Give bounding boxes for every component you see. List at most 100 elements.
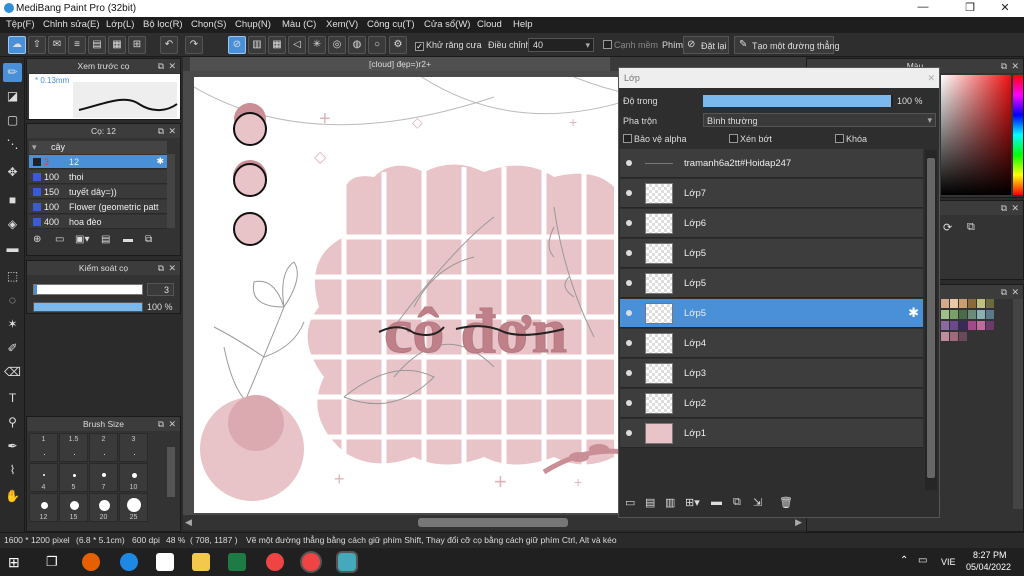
- visibility-toggle-icon[interactable]: [626, 430, 632, 436]
- close-icon[interactable]: ✕: [168, 124, 176, 138]
- pipette-tool-icon[interactable]: ⌇: [3, 461, 22, 480]
- tile-icon[interactable]: ⊞: [128, 36, 146, 54]
- clock-time[interactable]: 8:27 PM: [973, 550, 1007, 560]
- brush-item[interactable]: 3 12 ✱: [29, 155, 167, 169]
- brush-group[interactable]: ▾ cây: [29, 141, 167, 154]
- blend-select[interactable]: Bình thường ▾: [703, 113, 936, 127]
- visibility-toggle-icon[interactable]: [626, 190, 632, 196]
- add-layer-menu-icon[interactable]: ⊞▾: [685, 496, 700, 509]
- hand-tool-icon[interactable]: ✋: [3, 487, 22, 506]
- layer-row[interactable]: Lớp5: [620, 239, 923, 268]
- clock-date[interactable]: 05/04/2022: [966, 562, 1011, 572]
- comment-icon[interactable]: ✉: [48, 36, 66, 54]
- doc-icon[interactable]: ▤: [88, 36, 106, 54]
- brush-item[interactable]: 150 tuyết dây=)): [29, 185, 167, 199]
- trash-icon[interactable]: 🗑: [779, 496, 793, 509]
- upload-icon[interactable]: ⇧: [28, 36, 46, 54]
- undock-icon[interactable]: ⧉: [158, 261, 164, 275]
- visibility-toggle-icon[interactable]: [626, 400, 632, 406]
- brush-size-cell[interactable]: 5: [59, 463, 88, 492]
- brush-size-cell[interactable]: 15: [59, 493, 88, 522]
- tray-chevron-icon[interactable]: ⌃: [900, 555, 908, 566]
- layer-row[interactable]: Lớp3: [620, 359, 923, 388]
- menu-tools[interactable]: Công cụ(T): [367, 19, 415, 30]
- gear-icon[interactable]: ✱: [908, 305, 919, 321]
- grid-snap-icon[interactable]: ▦: [268, 36, 286, 54]
- palette-swatch[interactable]: [968, 299, 976, 308]
- lasso-tool-icon[interactable]: ◌: [3, 291, 22, 310]
- soft-edge-checkbox[interactable]: Cạnh mềm: [603, 40, 658, 50]
- layer-scrollbar[interactable]: [925, 150, 937, 490]
- palette-swatch[interactable]: [986, 310, 994, 319]
- perspective-snap-icon[interactable]: ◁: [288, 36, 306, 54]
- palette-swatch[interactable]: [977, 321, 985, 330]
- folder-icon[interactable]: ▬: [711, 496, 722, 508]
- radial-snap-icon[interactable]: ✳: [308, 36, 326, 54]
- palette-swatch[interactable]: [968, 310, 976, 319]
- menu-help[interactable]: Help: [513, 19, 533, 30]
- undo-icon[interactable]: ↶: [160, 36, 178, 54]
- visibility-toggle-icon[interactable]: [626, 250, 632, 256]
- brush-size-slider[interactable]: [33, 284, 143, 295]
- settings-icon[interactable]: ⚙: [389, 36, 407, 54]
- opacity-slider[interactable]: [33, 302, 143, 312]
- duplicate-icon[interactable]: ⧉: [733, 496, 741, 509]
- firefox-icon[interactable]: [82, 553, 100, 571]
- brush-settings-icon[interactable]: ▤: [101, 234, 110, 245]
- fill-rect-tool-icon[interactable]: ■: [3, 191, 22, 210]
- menu-color[interactable]: Màu (C): [282, 19, 316, 30]
- layer-row[interactable]: Lớp4: [620, 329, 923, 358]
- clipping-checkbox[interactable]: Xén bớt: [729, 134, 829, 146]
- undock-icon[interactable]: ⧉: [1001, 59, 1007, 73]
- palette-swatch[interactable]: [977, 299, 985, 308]
- chrome-profile-icon[interactable]: [302, 553, 320, 571]
- magic-wand-tool-icon[interactable]: ✶: [3, 315, 22, 334]
- eyedropper-tool-icon[interactable]: ✒: [3, 437, 22, 456]
- scroll-left-icon[interactable]: ◀: [185, 517, 192, 528]
- rect-tool-icon[interactable]: ▢: [3, 111, 22, 130]
- visibility-toggle-icon[interactable]: [626, 220, 632, 226]
- layer-row[interactable]: Lớp5 ✱: [620, 299, 923, 328]
- palette-swatch[interactable]: [950, 321, 958, 330]
- close-icon[interactable]: ✕: [1011, 59, 1019, 73]
- visibility-toggle-icon[interactable]: [626, 370, 632, 376]
- language-indicator[interactable]: VIE: [941, 557, 956, 567]
- palette-swatch[interactable]: [941, 310, 949, 319]
- select-pen-tool-icon[interactable]: ✐: [3, 339, 22, 358]
- brush-size-cell[interactable]: 20: [89, 493, 118, 522]
- medibang-icon[interactable]: [338, 553, 356, 571]
- undock-icon[interactable]: ⧉: [1001, 201, 1007, 215]
- brush-item[interactable]: 100 thoi: [29, 170, 167, 184]
- duplicate-icon[interactable]: ⧉: [145, 234, 152, 245]
- menu-view[interactable]: Xem(V): [326, 19, 358, 30]
- palette-swatch[interactable]: [941, 321, 949, 330]
- chrome-icon[interactable]: [266, 553, 284, 571]
- windows-start-icon[interactable]: ⊞: [8, 554, 20, 571]
- lock-checkbox[interactable]: Khóa: [835, 134, 935, 146]
- scroll-right-icon[interactable]: ▶: [795, 517, 802, 528]
- close-icon[interactable]: ✕: [927, 68, 935, 88]
- adjust-select[interactable]: 40 ▾: [528, 38, 594, 52]
- maximize-button[interactable]: ❐: [955, 1, 985, 14]
- close-button[interactable]: ✕: [990, 1, 1020, 14]
- network-icon[interactable]: ▭: [918, 555, 927, 566]
- close-icon[interactable]: ✕: [168, 261, 176, 275]
- close-icon[interactable]: ✕: [168, 417, 176, 431]
- eraser-tool-icon[interactable]: ◪: [3, 87, 22, 106]
- brush-size-cell[interactable]: 10: [119, 463, 148, 492]
- palette-swatch[interactable]: [977, 310, 985, 319]
- menu-file[interactable]: Tệp(F): [6, 19, 35, 30]
- new-8bit-layer-icon[interactable]: ▥: [665, 496, 675, 509]
- protect-alpha-checkbox[interactable]: Bảo vệ alpha: [623, 134, 723, 146]
- ring-snap-icon[interactable]: ○: [368, 36, 386, 54]
- brush-size-cell[interactable]: 2: [89, 433, 118, 462]
- palette-swatch[interactable]: [968, 321, 976, 330]
- h-scrollbar-thumb[interactable]: [418, 518, 568, 527]
- select-eraser-tool-icon[interactable]: ⌫: [3, 363, 22, 382]
- visibility-toggle-icon[interactable]: [626, 280, 632, 286]
- undock-icon[interactable]: ⧉: [158, 417, 164, 431]
- no-snap-icon[interactable]: ⊘: [228, 36, 246, 54]
- folder-icon[interactable]: ▬: [123, 234, 133, 245]
- layer-panel-header[interactable]: Lớp ✕: [619, 68, 939, 88]
- list-icon[interactable]: ≡: [68, 36, 86, 54]
